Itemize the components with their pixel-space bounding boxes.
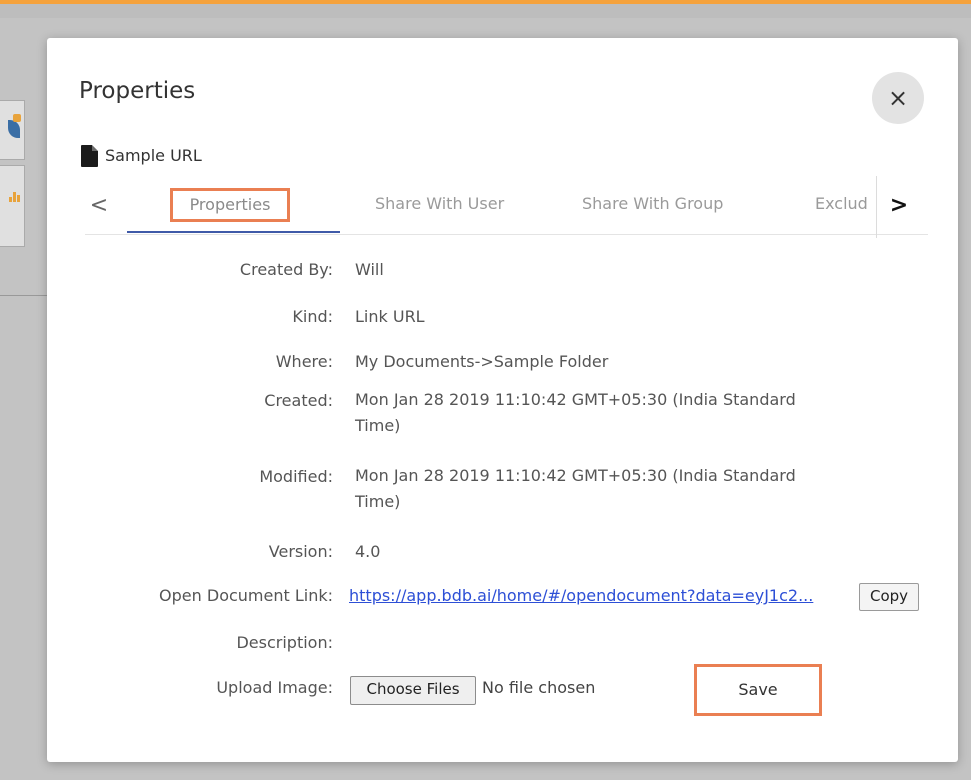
kind-value: Link URL xyxy=(355,307,425,326)
properties-dialog: Properties × Sample URL < Properties Sha… xyxy=(47,38,958,762)
document-name: Sample URL xyxy=(105,146,202,165)
tab-share-with-group[interactable]: Share With Group xyxy=(582,182,762,232)
created-by-value: Will xyxy=(355,260,384,279)
tab-properties[interactable]: Properties xyxy=(127,182,340,232)
close-button[interactable]: × xyxy=(872,72,924,124)
open-document-link[interactable]: https://app.bdb.ai/home/#/opendocument?d… xyxy=(349,586,813,605)
close-icon: × xyxy=(887,84,909,112)
tab-exclude[interactable]: Exclud xyxy=(815,182,875,232)
active-tab-indicator xyxy=(127,231,340,233)
tab-scroll-divider xyxy=(876,176,877,238)
tab-prev-arrow[interactable]: < xyxy=(85,184,113,228)
created-by-label: Created By: xyxy=(239,260,333,279)
created-value: Mon Jan 28 2019 11:10:42 GMT+05:30 (Indi… xyxy=(355,390,796,435)
background-logo-accent xyxy=(13,114,21,122)
background-bar-chart-icon xyxy=(9,192,21,202)
where-value: My Documents->Sample Folder xyxy=(355,352,609,371)
background-card xyxy=(0,165,25,247)
file-icon xyxy=(81,145,98,167)
modified-value: Mon Jan 28 2019 11:10:42 GMT+05:30 (Indi… xyxy=(355,466,796,511)
file-status-text: No file chosen xyxy=(482,678,596,697)
tab-next-arrow[interactable]: > xyxy=(885,184,913,228)
save-button[interactable]: Save xyxy=(694,664,822,716)
description-label: Description: xyxy=(236,633,333,652)
dialog-title: Properties xyxy=(79,78,196,104)
modified-label: Modified: xyxy=(259,467,333,486)
kind-label: Kind: xyxy=(292,307,333,326)
created-label: Created: xyxy=(264,391,333,410)
version-label: Version: xyxy=(268,542,333,561)
tab-bar: < Properties Share With User Share With … xyxy=(85,176,928,238)
choose-files-button[interactable]: Choose Files xyxy=(350,676,476,705)
top-accent-bar xyxy=(0,0,971,4)
open-document-link-label: Open Document Link: xyxy=(159,586,333,605)
upload-image-label: Upload Image: xyxy=(216,678,333,697)
where-label: Where: xyxy=(275,352,333,371)
tab-label: Properties xyxy=(170,188,290,222)
background-divider xyxy=(0,295,48,296)
tab-share-with-user[interactable]: Share With User xyxy=(375,182,545,232)
version-value: 4.0 xyxy=(355,542,381,561)
copy-button[interactable]: Copy xyxy=(859,583,919,611)
